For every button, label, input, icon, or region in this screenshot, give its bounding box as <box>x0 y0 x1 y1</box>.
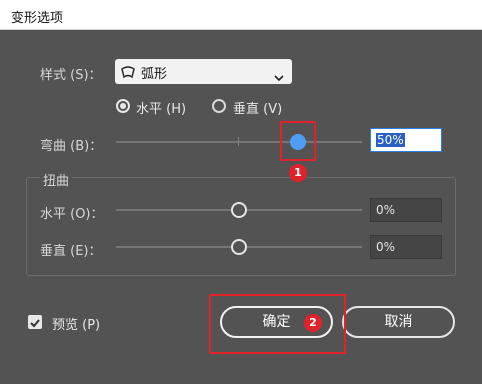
vertical-radio-label[interactable]: 垂直 (V) <box>233 98 282 117</box>
annotation-badge-2: 2 <box>304 314 322 332</box>
bend-slider-center-tick <box>238 137 239 146</box>
checkmark-icon <box>30 319 40 328</box>
cancel-button[interactable]: 取消 <box>342 306 455 338</box>
vertical-radio[interactable] <box>212 99 226 113</box>
horizontal-radio-label[interactable]: 水平 (H) <box>136 98 186 117</box>
distortion-vertical-slider-handle[interactable] <box>231 239 247 255</box>
annotation-highlight-box-2 <box>209 294 346 354</box>
style-value: 弧形 <box>141 67 168 82</box>
title-bar: 变形选项 <box>0 0 482 30</box>
preview-label[interactable]: 预览 (P) <box>52 314 100 333</box>
window-title: 变形选项 <box>11 11 64 26</box>
bend-value-text: 50% <box>376 133 405 147</box>
bend-slider-track[interactable] <box>116 141 362 143</box>
chevron-down-icon <box>274 67 284 86</box>
distortion-horizontal-slider-handle[interactable] <box>231 202 247 218</box>
bend-value-input[interactable]: 50% <box>370 128 442 152</box>
horizontal-radio[interactable] <box>116 99 130 113</box>
distortion-horizontal-label: 水平 (O)： <box>40 207 104 222</box>
preview-checkbox[interactable] <box>28 315 42 329</box>
distortion-vertical-label: 垂直 (E)： <box>40 244 102 259</box>
arc-style-icon <box>120 65 136 84</box>
distortion-vertical-input[interactable]: 0% <box>370 235 442 259</box>
cancel-button-label: 取消 <box>384 314 413 330</box>
style-label: 样式 (S)： <box>40 68 102 83</box>
distortion-group <box>26 177 456 276</box>
annotation-highlight-box-1 <box>280 121 316 161</box>
bend-label: 弯曲 (B)： <box>40 139 103 154</box>
distortion-horizontal-input[interactable]: 0% <box>370 198 442 222</box>
style-dropdown[interactable]: 弧形 <box>115 59 292 84</box>
distortion-group-label: 扭曲 <box>40 170 73 189</box>
annotation-badge-1: 1 <box>289 164 307 182</box>
